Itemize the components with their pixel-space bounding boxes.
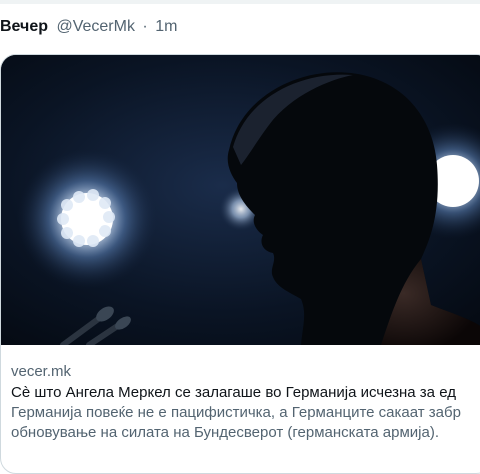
tweet-header: Вечер @VecerMk · 1m: [0, 16, 177, 38]
card-image[interactable]: [1, 55, 480, 345]
link-preview-card[interactable]: vecer.mk Сè што Ангела Меркел се залагаш…: [0, 54, 480, 474]
card-description-line-2: обновување на силата на Бундесверот (гер…: [11, 424, 439, 441]
card-domain: vecer.mk: [11, 363, 72, 380]
author-handle[interactable]: @VecerMk: [56, 18, 134, 35]
photo-image: [1, 55, 480, 345]
tweet-timestamp[interactable]: 1m: [155, 18, 177, 35]
separator-dot: ·: [142, 18, 148, 35]
divider: [0, 0, 480, 4]
card-text: vecer.mk Сè што Ангела Меркел се залагаш…: [1, 346, 480, 443]
card-description-line-1: Германија повеќе не е пацифистичка, а Ге…: [11, 404, 461, 421]
author-name[interactable]: Вечер: [0, 18, 48, 35]
card-title: Сè што Ангела Меркел се залагаше во Герм…: [11, 384, 456, 401]
